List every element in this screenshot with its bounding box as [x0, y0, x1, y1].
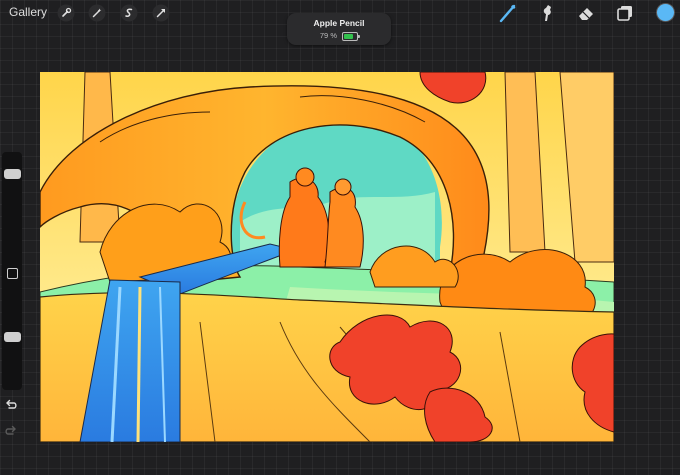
selection-button[interactable] [120, 4, 138, 22]
pencil-status-toast: Apple Pencil 79 % [287, 13, 391, 45]
adjustments-button[interactable] [88, 4, 106, 22]
artwork-illustration [40, 72, 614, 442]
adjustments-icon [88, 4, 106, 22]
pencil-battery-text: 79 % [319, 31, 337, 40]
actions-icon [57, 4, 75, 22]
smudge-icon [537, 3, 557, 23]
layers-icon [615, 3, 635, 23]
modify-button[interactable] [7, 268, 18, 279]
brush-size-handle[interactable] [4, 169, 21, 179]
battery-icon [342, 31, 361, 41]
undo-icon [4, 398, 18, 412]
layers-button[interactable] [615, 3, 635, 23]
gallery-button[interactable]: Gallery [9, 5, 47, 19]
eraser-button[interactable] [576, 3, 596, 23]
opacity-handle[interactable] [4, 332, 21, 342]
brush-icon [498, 3, 518, 23]
opacity-slider[interactable] [2, 280, 22, 372]
pencil-title: Apple Pencil [313, 18, 365, 28]
selection-icon [120, 4, 138, 22]
battery-level-fill [344, 33, 354, 39]
redo-icon [4, 424, 18, 438]
brush-button[interactable] [498, 3, 518, 23]
drawing-canvas[interactable] [40, 72, 614, 442]
left-sidebar [2, 152, 22, 390]
smudge-button[interactable] [537, 3, 557, 23]
color-picker-button[interactable] [657, 4, 674, 21]
transform-icon [152, 4, 170, 22]
pencil-battery-status: 79 % [287, 31, 391, 41]
actions-button[interactable] [57, 4, 75, 22]
eraser-icon [576, 3, 596, 23]
undo-button[interactable] [4, 398, 18, 412]
transform-button[interactable] [152, 4, 170, 22]
brush-size-slider[interactable] [2, 154, 22, 246]
redo-button[interactable] [4, 424, 18, 438]
